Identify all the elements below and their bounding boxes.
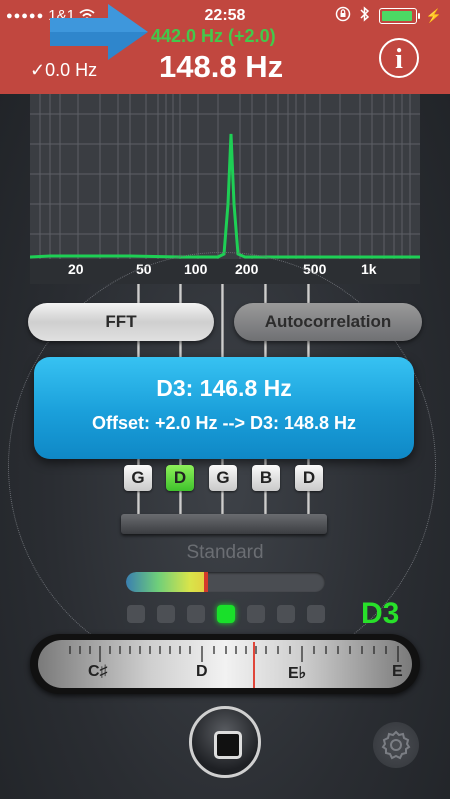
fft-mode-button[interactable]: FFT [28,303,214,341]
rotation-lock-icon [335,6,351,26]
string-bridge [121,514,327,534]
spectrum-tick-label: 1k [361,261,377,277]
info-button[interactable]: i [379,38,419,78]
cents-led [217,605,235,623]
header-bar: ●●●●● 1&1 22:58 ⚡ 442.0 Hz (+2.0) ✓0.0 H… [0,0,450,94]
string-key-3[interactable]: G [209,465,237,491]
spectrum-tick-label: 20 [68,261,84,277]
cents-led [247,605,265,623]
cents-led [127,605,145,623]
scale-note-label: E♭ [288,665,307,682]
string-key-1[interactable]: G [124,465,152,491]
offset-readout: Offset: +2.0 Hz --> D3: 148.8 Hz [91,413,357,433]
string-key-5[interactable]: D [295,465,323,491]
target-note: D3: 146.8 Hz [156,375,292,401]
cents-led [277,605,295,623]
detected-frequency: 148.8 Hz [159,49,284,84]
charging-icon: ⚡ [425,8,442,23]
battery-icon [378,8,420,24]
autocorrelation-mode-button[interactable]: Autocorrelation [234,303,422,341]
scale-note-label: E [392,663,403,680]
stop-button[interactable] [189,706,261,778]
settings-button[interactable] [373,722,419,768]
string-key-4[interactable]: B [252,465,280,491]
scale-note-label: D [196,663,208,680]
string-key-2[interactable]: D [166,465,194,491]
tuning-scale: C♯ D E♭ E [30,634,420,694]
cents-led [307,605,325,623]
blue-arrow-icon [50,4,150,65]
spectrum-line [30,133,420,259]
tuning-name[interactable]: Standard [0,542,450,564]
stop-square-icon [214,731,242,759]
reference-pitch-readout: 442.0 Hz (+2.0) [151,26,276,46]
bluetooth-icon [360,6,370,26]
cents-led [187,605,205,623]
gear-icon [381,730,411,760]
tuner-app: ●●●●● 1&1 22:58 ⚡ 442.0 Hz (+2.0) ✓0.0 H… [0,0,450,799]
tuning-needle [253,642,255,688]
level-meter-peak [204,572,208,592]
note-display-panel: D3: 146.8 Hz Offset: +2.0 Hz --> D3: 148… [34,357,414,459]
cents-led [157,605,175,623]
scale-note-label: C♯ [88,663,108,680]
calibration-offset[interactable]: ✓0.0 Hz [30,60,97,81]
level-meter [126,572,325,592]
level-meter-fill [126,572,206,592]
detected-note: D3 [361,597,400,630]
